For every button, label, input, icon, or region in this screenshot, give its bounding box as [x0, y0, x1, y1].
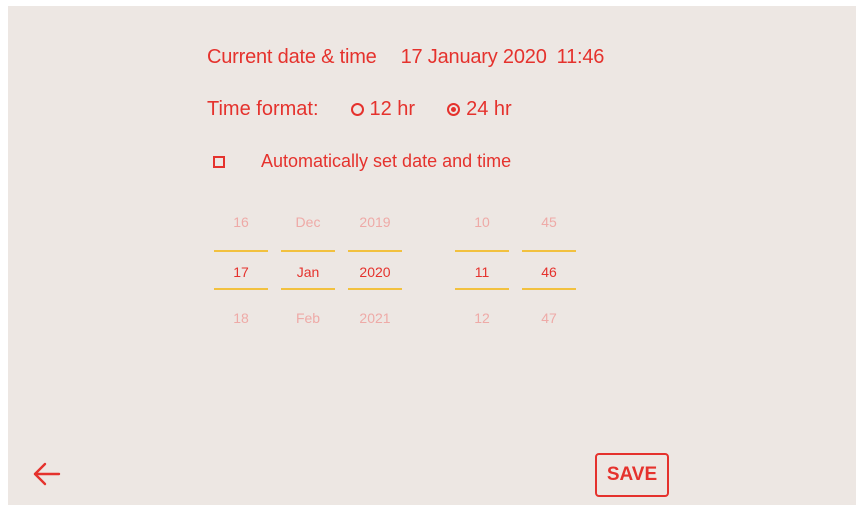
- auto-set-row: Automatically set date and time: [213, 151, 511, 172]
- current-datetime-label: Current date & time: [207, 46, 377, 68]
- time-format-row: Time format: 12 hr 24 hr: [207, 98, 512, 121]
- arrow-left-icon: [33, 462, 61, 486]
- radio-24hr[interactable]: 24 hr: [447, 98, 512, 121]
- auto-set-checkbox[interactable]: [213, 155, 225, 168]
- month-prev[interactable]: Dec: [281, 210, 335, 240]
- month-next[interactable]: Feb: [281, 306, 335, 336]
- radio-checked-icon: [447, 103, 461, 116]
- auto-set-label: Automatically set date and time: [261, 151, 512, 171]
- month-picker[interactable]: Dec Jan Feb: [281, 210, 335, 336]
- radio-12hr[interactable]: 12 hr: [350, 98, 416, 121]
- year-current[interactable]: 2020: [348, 250, 402, 290]
- hour-prev[interactable]: 10: [455, 210, 509, 240]
- save-button[interactable]: SAVE: [595, 453, 669, 497]
- settings-screen: Current date & time 17 January 2020 11:46 …: [8, 6, 856, 505]
- back-button[interactable]: [32, 459, 62, 489]
- minute-current[interactable]: 46: [522, 250, 576, 290]
- hour-next[interactable]: 12: [455, 306, 509, 336]
- year-picker[interactable]: 2019 2020 2021: [348, 210, 402, 336]
- year-next[interactable]: 2021: [348, 306, 402, 336]
- minute-prev[interactable]: 45: [522, 210, 576, 240]
- minute-next[interactable]: 47: [522, 306, 576, 336]
- minute-picker[interactable]: 45 46 47: [522, 210, 576, 336]
- day-picker[interactable]: 16 17 18: [214, 210, 268, 336]
- month-current[interactable]: Jan: [281, 250, 335, 290]
- current-datetime-line: Current date & time 17 January 2020 11:46: [207, 46, 604, 69]
- day-prev[interactable]: 16: [214, 210, 268, 240]
- day-next[interactable]: 18: [214, 306, 268, 336]
- hour-picker[interactable]: 10 11 12: [455, 210, 509, 336]
- year-prev[interactable]: 2019: [348, 210, 402, 240]
- current-time: 11:46: [556, 46, 605, 68]
- radio-unchecked-icon: [350, 103, 364, 116]
- current-date: 17 January 2020: [400, 46, 547, 68]
- hour-current[interactable]: 11: [455, 250, 509, 290]
- radio-12hr-label: 12 hr: [369, 98, 416, 120]
- day-current[interactable]: 17: [214, 250, 268, 290]
- radio-24hr-label: 24 hr: [466, 98, 512, 120]
- time-format-label: Time format:: [207, 98, 319, 120]
